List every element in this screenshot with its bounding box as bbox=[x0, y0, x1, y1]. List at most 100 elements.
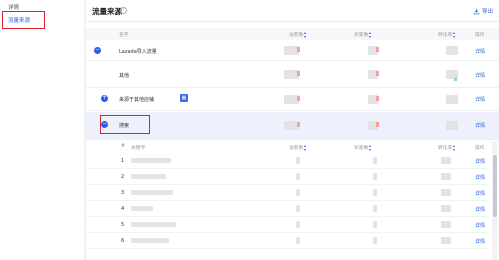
redacted-value bbox=[296, 237, 300, 244]
row-name: 来源于其他店铺 bbox=[119, 97, 155, 103]
redacted-value bbox=[284, 46, 300, 55]
redacted-keyword bbox=[131, 174, 166, 179]
col-index: # bbox=[121, 144, 126, 149]
redacted-value bbox=[446, 95, 458, 104]
expand-toggle-icon[interactable]: + bbox=[101, 94, 108, 102]
sub-table-row: 6 详情 bbox=[86, 233, 489, 249]
col-name: 名字 bbox=[119, 33, 129, 38]
sort-icon[interactable] bbox=[304, 31, 307, 38]
col-action: 操作 bbox=[475, 33, 485, 38]
redacted-value bbox=[284, 121, 300, 130]
col-visitors-label: 访客数 bbox=[289, 33, 304, 38]
redacted-value bbox=[296, 189, 300, 196]
export-button[interactable]: 导出 bbox=[473, 7, 493, 15]
col-buyers[interactable]: 买家数 bbox=[354, 144, 372, 151]
redacted-value bbox=[368, 95, 379, 104]
details-link[interactable]: 详情 bbox=[475, 222, 485, 229]
col-buyers-label: 买家数 bbox=[354, 146, 369, 151]
sort-icon[interactable] bbox=[304, 144, 307, 151]
redacted-value bbox=[441, 237, 451, 244]
redacted-value bbox=[441, 189, 451, 196]
highlight-box-sidebar bbox=[2, 11, 45, 29]
redacted-value bbox=[446, 70, 458, 81]
sub-table-row: 4 详情 bbox=[86, 201, 489, 217]
collapse-toggle-icon[interactable]: − bbox=[94, 46, 101, 54]
table-row: − Lazada导入流量 详情 bbox=[86, 41, 499, 61]
details-link[interactable]: 详情 bbox=[475, 122, 485, 129]
redacted-keyword bbox=[131, 190, 173, 195]
redacted-value bbox=[296, 221, 300, 228]
redacted-value bbox=[296, 157, 300, 164]
col-buyers[interactable]: 买家数 bbox=[354, 31, 372, 38]
redacted-value bbox=[368, 46, 379, 55]
row-index: 1 bbox=[121, 158, 125, 164]
help-icon[interactable]: ? bbox=[120, 7, 127, 14]
row-index: 2 bbox=[121, 174, 125, 180]
redacted-value bbox=[441, 221, 451, 228]
page: 详情 流量来源 流量来源 ? 导出 名字 访客数 买家数 转化率 操作 − La… bbox=[0, 0, 499, 260]
details-link[interactable]: 详情 bbox=[475, 238, 485, 245]
table-header: 名字 访客数 买家数 转化率 操作 bbox=[86, 28, 499, 40]
table-row: + 来源于其他店铺 ▦ 详情 bbox=[86, 89, 499, 111]
col-conversion-label: 转化率 bbox=[438, 33, 453, 38]
redacted-keyword bbox=[131, 158, 171, 163]
col-conversion[interactable]: 转化率 bbox=[438, 31, 456, 38]
details-link[interactable]: 详情 bbox=[475, 190, 485, 197]
download-icon bbox=[473, 8, 480, 14]
redacted-keyword bbox=[131, 238, 169, 243]
details-link[interactable]: 详情 bbox=[475, 48, 485, 55]
col-visitors-label: 访客数 bbox=[289, 146, 304, 151]
redacted-value bbox=[373, 173, 377, 180]
table-row: 其他 详情 bbox=[86, 62, 499, 88]
page-title: 流量来源 bbox=[92, 7, 122, 16]
redacted-value bbox=[296, 205, 300, 212]
traffic-source-panel: 流量来源 ? 导出 名字 访客数 买家数 转化率 操作 − Lazada导入流量… bbox=[86, 0, 499, 260]
details-link[interactable]: 详情 bbox=[475, 158, 485, 165]
col-keyword: 关键字 bbox=[131, 146, 146, 151]
redacted-value bbox=[441, 173, 451, 180]
store-icon: ▦ bbox=[180, 94, 188, 102]
redacted-keyword bbox=[131, 222, 176, 227]
redacted-value bbox=[373, 157, 377, 164]
details-link[interactable]: 详情 bbox=[475, 206, 485, 213]
details-link[interactable]: 详情 bbox=[475, 72, 485, 79]
scrollbar-thumb[interactable] bbox=[492, 155, 497, 217]
redacted-value bbox=[296, 173, 300, 180]
redacted-value bbox=[368, 70, 379, 79]
row-index: 5 bbox=[121, 222, 125, 228]
highlight-box-search bbox=[100, 115, 150, 134]
sub-table-header: # 关键字 访客数 买家数 转化率 操作 bbox=[86, 141, 489, 153]
details-link[interactable]: 详情 bbox=[475, 174, 485, 181]
sidebar-item-details[interactable]: 详情 bbox=[8, 3, 19, 11]
sidebar: 详情 流量来源 bbox=[0, 0, 84, 260]
row-index: 3 bbox=[121, 190, 125, 196]
sort-icon[interactable] bbox=[453, 31, 456, 38]
divider bbox=[86, 21, 499, 22]
sort-icon[interactable] bbox=[453, 144, 456, 151]
redacted-keyword bbox=[131, 206, 153, 211]
col-visitors[interactable]: 访客数 bbox=[289, 144, 307, 151]
redacted-value bbox=[446, 46, 458, 55]
sub-table-row: 5 详情 bbox=[86, 217, 489, 233]
sort-icon[interactable] bbox=[369, 144, 372, 151]
redacted-value bbox=[284, 70, 300, 79]
redacted-value bbox=[284, 95, 300, 104]
redacted-value bbox=[373, 189, 377, 196]
redacted-value bbox=[441, 205, 451, 212]
col-conversion[interactable]: 转化率 bbox=[438, 144, 456, 151]
col-buyers-label: 买家数 bbox=[354, 33, 369, 38]
redacted-value bbox=[373, 221, 377, 228]
row-name: Lazada导入流量 bbox=[119, 49, 157, 55]
col-action: 操作 bbox=[475, 146, 485, 151]
col-visitors[interactable]: 访客数 bbox=[289, 31, 307, 38]
table-row: − 搜索 详情 bbox=[86, 112, 499, 140]
details-link[interactable]: 详情 bbox=[475, 96, 485, 103]
row-index: 6 bbox=[121, 238, 125, 244]
redacted-value bbox=[368, 121, 379, 130]
row-name: 其他 bbox=[119, 73, 130, 79]
col-conversion-label: 转化率 bbox=[438, 146, 453, 151]
sort-icon[interactable] bbox=[369, 31, 372, 38]
row-index: 4 bbox=[121, 206, 125, 212]
sub-table-row: 3 详情 bbox=[86, 185, 489, 201]
scrollbar[interactable] bbox=[492, 141, 497, 260]
